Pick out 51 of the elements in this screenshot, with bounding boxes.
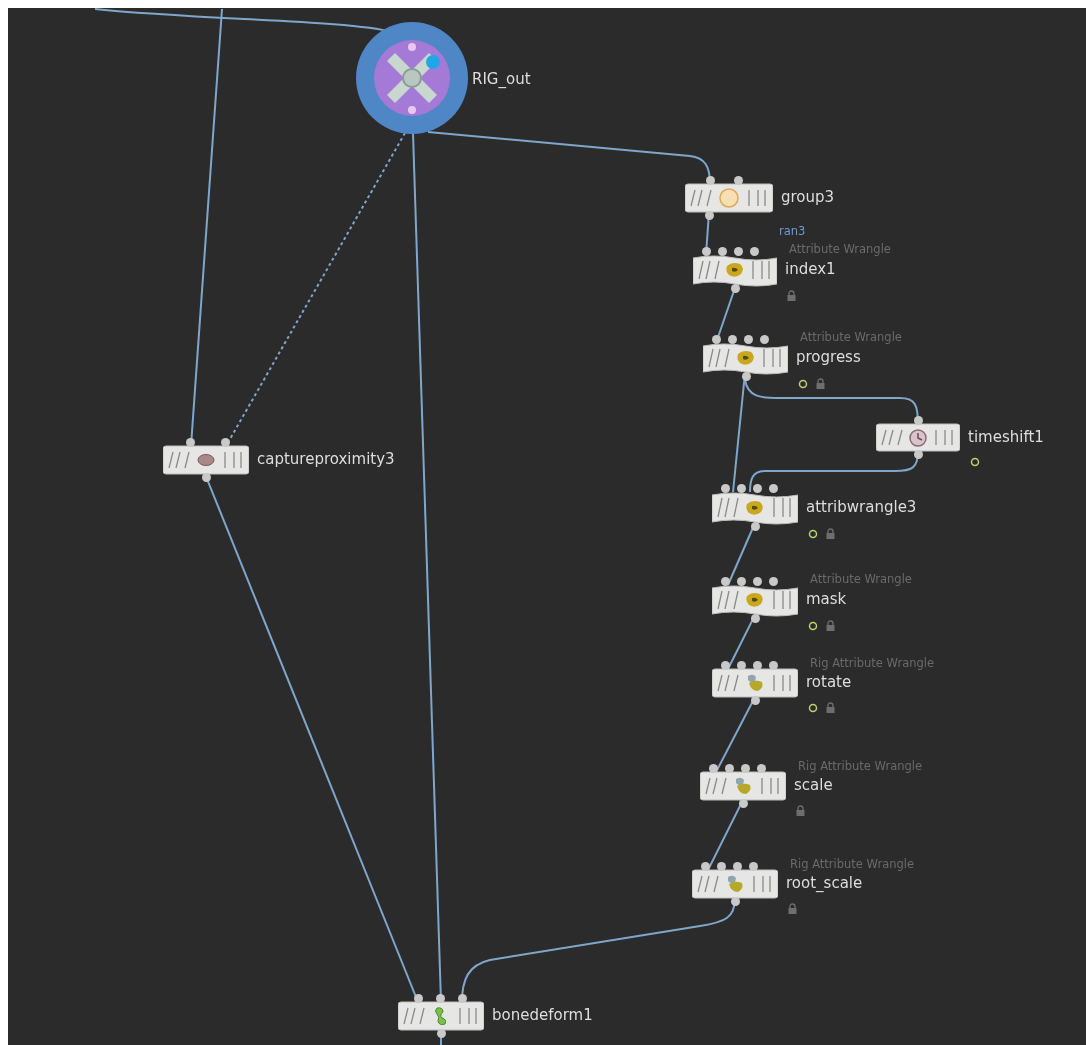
output-port[interactable] — [202, 473, 211, 482]
node-tile[interactable] — [712, 667, 798, 699]
node-tile[interactable] — [700, 770, 786, 802]
node-type-label: Attribute Wrangle — [810, 572, 912, 586]
node-name: group3 — [781, 188, 835, 206]
node-type-label: Rig Attribute Wrangle — [810, 656, 935, 670]
node-type-label: Rig Attribute Wrangle — [798, 759, 923, 773]
node-name: rotate — [806, 673, 852, 691]
node-tile[interactable] — [398, 1000, 484, 1032]
node-name: timeshift1 — [968, 427, 1044, 446]
node-tile[interactable] — [703, 341, 788, 375]
input-port[interactable] — [414, 994, 423, 1003]
output-port[interactable] — [751, 696, 760, 705]
node-type-label: Attribute Wrangle — [800, 330, 902, 344]
output-port[interactable] — [731, 284, 740, 293]
node-tile[interactable] — [692, 868, 778, 900]
input-port[interactable] — [436, 994, 445, 1003]
output-port[interactable] — [751, 522, 760, 531]
node-tile[interactable] — [163, 444, 249, 476]
output-port[interactable] — [751, 614, 760, 623]
node-type-label: Attribute Wrangle — [789, 242, 891, 256]
input-port[interactable] — [186, 438, 195, 447]
output-port[interactable] — [742, 372, 751, 381]
input-port[interactable] — [221, 438, 230, 447]
node-name: attribwrangle3 — [806, 497, 917, 516]
input-port[interactable] — [706, 176, 715, 185]
input-port[interactable] — [458, 994, 467, 1003]
clock-icon — [907, 426, 929, 449]
output-port[interactable] — [705, 211, 714, 220]
circle-icon — [718, 187, 740, 209]
input-port[interactable] — [914, 416, 923, 425]
node-name: captureproximity3 — [257, 450, 395, 468]
output-port[interactable] — [739, 799, 748, 808]
input-port[interactable] — [734, 176, 743, 185]
node-name: RIG_out — [472, 70, 531, 88]
node-name: progress — [796, 348, 861, 366]
output-port[interactable] — [731, 897, 740, 906]
node-tile[interactable] — [876, 422, 960, 453]
output-port[interactable] — [914, 450, 923, 459]
wire-label: ran3 — [779, 224, 806, 238]
node-name: index1 — [785, 260, 836, 278]
node-tile[interactable] — [693, 253, 777, 287]
node-name: scale — [794, 776, 833, 794]
node-name: bonedeform1 — [492, 1006, 593, 1024]
node-name: mask — [806, 590, 847, 608]
node-type-label: Rig Attribute Wrangle — [790, 857, 915, 871]
node-tile[interactable] — [712, 490, 798, 525]
node-tile[interactable] — [712, 583, 798, 617]
output-node-drawing[interactable] — [355, 21, 469, 135]
output-port[interactable] — [437, 1029, 446, 1038]
node-name: root_scale — [786, 874, 863, 892]
